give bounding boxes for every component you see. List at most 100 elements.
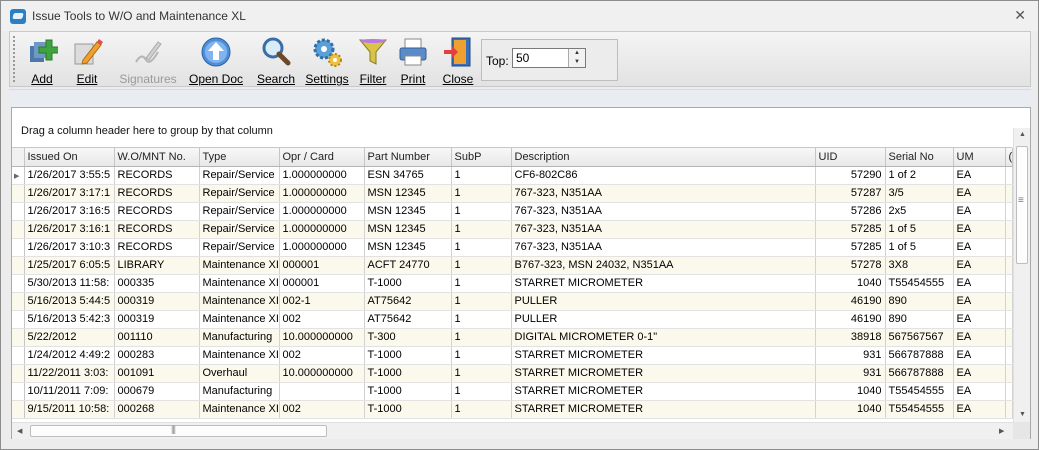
add-button[interactable]: Add bbox=[22, 34, 62, 86]
cell-type[interactable]: Maintenance XI bbox=[199, 292, 280, 311]
cell-cut-off[interactable] bbox=[1005, 382, 1013, 401]
cell-issued-on[interactable]: 1/24/2012 4:49:2 bbox=[24, 346, 115, 365]
col-type[interactable]: Type bbox=[199, 148, 280, 167]
table-row[interactable]: 5/30/2013 11:58: 000335 Maintenance XI 0000… bbox=[12, 274, 1013, 293]
cell-um[interactable]: EA bbox=[953, 382, 1006, 401]
cell-um[interactable]: EA bbox=[953, 256, 1006, 275]
table-row[interactable]: 1/26/2017 3:17:1 RECORDS Repair/Service 1.0… bbox=[12, 184, 1013, 203]
cell-subp[interactable]: 1 bbox=[451, 202, 512, 221]
cell-part-number[interactable]: AT75642 bbox=[364, 310, 452, 329]
edit-button[interactable]: Edit bbox=[68, 34, 106, 86]
cell-type[interactable]: Repair/Service bbox=[199, 202, 280, 221]
cell-wo-mnt-no[interactable]: 000283 bbox=[114, 346, 200, 365]
cell-part-number[interactable]: ESN 34765 bbox=[364, 166, 452, 185]
cell-issued-on[interactable]: 1/26/2017 3:16:5 bbox=[24, 202, 115, 221]
col-opr-card[interactable]: Opr / Card bbox=[279, 148, 365, 167]
cell-um[interactable]: EA bbox=[953, 310, 1006, 329]
table-row[interactable]: 1/25/2017 6:05:5 LIBRARY Maintenance XI 000… bbox=[12, 256, 1013, 275]
row-indicator[interactable] bbox=[12, 382, 25, 401]
cell-part-number[interactable]: AT75642 bbox=[364, 292, 452, 311]
cell-type[interactable]: Maintenance XI bbox=[199, 346, 280, 365]
row-indicator[interactable]: ▶ bbox=[12, 166, 25, 185]
cell-um[interactable]: EA bbox=[953, 328, 1006, 347]
cell-cut-off[interactable] bbox=[1005, 292, 1013, 311]
cell-cut-off[interactable] bbox=[1005, 256, 1013, 275]
cell-wo-mnt-no[interactable]: 000679 bbox=[114, 382, 200, 401]
col-serial-no[interactable]: Serial No bbox=[885, 148, 954, 167]
cell-um[interactable]: EA bbox=[953, 166, 1006, 185]
cell-opr-card[interactable]: 1.000000000 bbox=[279, 166, 365, 185]
cell-uid[interactable]: 57278 bbox=[815, 256, 886, 275]
cell-subp[interactable]: 1 bbox=[451, 292, 512, 311]
cell-serial-no[interactable]: T55454555 bbox=[885, 382, 954, 401]
row-indicator[interactable] bbox=[12, 238, 25, 257]
cell-type[interactable]: Maintenance XI bbox=[199, 310, 280, 329]
cell-wo-mnt-no[interactable]: RECORDS bbox=[114, 220, 200, 239]
settings-button[interactable]: Settings bbox=[302, 34, 352, 86]
cell-description[interactable]: STARRET MICROMETER bbox=[511, 400, 816, 419]
cell-serial-no[interactable]: 1 of 5 bbox=[885, 238, 954, 257]
cell-subp[interactable]: 1 bbox=[451, 310, 512, 329]
cell-issued-on[interactable]: 5/16/2013 5:44:5 bbox=[24, 292, 115, 311]
cell-um[interactable]: EA bbox=[953, 238, 1006, 257]
cell-issued-on[interactable]: 5/22/2012 bbox=[24, 328, 115, 347]
table-row[interactable]: 5/16/2013 5:42:3 000319 Maintenance XI 002 A… bbox=[12, 310, 1013, 329]
cell-description[interactable]: STARRET MICROMETER bbox=[511, 274, 816, 293]
table-row[interactable]: 1/26/2017 3:16:5 RECORDS Repair/Service 1.0… bbox=[12, 202, 1013, 221]
cell-description[interactable]: PULLER bbox=[511, 310, 816, 329]
table-row[interactable]: 1/26/2017 3:10:3 RECORDS Repair/Service 1.0… bbox=[12, 238, 1013, 257]
row-indicator[interactable] bbox=[12, 202, 25, 221]
cell-part-number[interactable]: MSN 12345 bbox=[364, 220, 452, 239]
row-indicator[interactable] bbox=[12, 292, 25, 311]
cell-um[interactable]: EA bbox=[953, 400, 1006, 419]
cell-uid[interactable]: 57286 bbox=[815, 202, 886, 221]
top-count-spinner[interactable]: ▲ ▼ bbox=[568, 49, 585, 67]
cell-um[interactable]: EA bbox=[953, 202, 1006, 221]
cell-opr-card[interactable]: 1.000000000 bbox=[279, 184, 365, 203]
print-button[interactable]: Print bbox=[396, 34, 430, 86]
cell-type[interactable]: Maintenance XI bbox=[199, 400, 280, 419]
col-um[interactable]: UM bbox=[953, 148, 1006, 167]
col-cut-off[interactable]: ( bbox=[1005, 148, 1013, 167]
cell-uid[interactable]: 57285 bbox=[815, 238, 886, 257]
cell-opr-card[interactable]: 10.000000000 bbox=[279, 364, 365, 383]
cell-part-number[interactable]: MSN 12345 bbox=[364, 184, 452, 203]
row-indicator[interactable] bbox=[12, 310, 25, 329]
cell-subp[interactable]: 1 bbox=[451, 166, 512, 185]
cell-description[interactable]: 767-323, N351AA bbox=[511, 184, 816, 203]
col-subp[interactable]: SubP bbox=[451, 148, 512, 167]
cell-issued-on[interactable]: 10/11/2011 7:09: bbox=[24, 382, 115, 401]
cell-uid[interactable]: 46190 bbox=[815, 292, 886, 311]
cell-type[interactable]: Manufacturing bbox=[199, 328, 280, 347]
cell-part-number[interactable]: T-1000 bbox=[364, 346, 452, 365]
cell-wo-mnt-no[interactable]: 001110 bbox=[114, 328, 200, 347]
cell-opr-card[interactable]: 002 bbox=[279, 346, 365, 365]
cell-description[interactable]: 767-323, N351AA bbox=[511, 220, 816, 239]
row-indicator[interactable] bbox=[12, 328, 25, 347]
cell-uid[interactable]: 931 bbox=[815, 346, 886, 365]
cell-opr-card[interactable]: 002 bbox=[279, 310, 365, 329]
horizontal-scroll-thumb[interactable] bbox=[30, 424, 327, 437]
cell-subp[interactable]: 1 bbox=[451, 364, 512, 383]
cell-cut-off[interactable] bbox=[1005, 310, 1013, 329]
cell-cut-off[interactable] bbox=[1005, 238, 1013, 257]
horizontal-scrollbar[interactable]: ◀ ▶ bbox=[12, 422, 1013, 439]
cell-um[interactable]: EA bbox=[953, 364, 1006, 383]
cell-part-number[interactable]: T-300 bbox=[364, 328, 452, 347]
cell-opr-card[interactable]: 1.000000000 bbox=[279, 220, 365, 239]
cell-issued-on[interactable]: 1/26/2017 3:10:3 bbox=[24, 238, 115, 257]
cell-description[interactable]: CF6-802C86 bbox=[511, 166, 816, 185]
cell-subp[interactable]: 1 bbox=[451, 220, 512, 239]
cell-cut-off[interactable] bbox=[1005, 184, 1013, 203]
filter-button[interactable]: Filter bbox=[356, 34, 390, 86]
table-row[interactable]: 1/26/2017 3:16:1 RECORDS Repair/Service 1.0… bbox=[12, 220, 1013, 239]
cell-description[interactable]: 767-323, N351AA bbox=[511, 238, 816, 257]
scroll-left-icon[interactable]: ◀ bbox=[17, 427, 22, 435]
cell-issued-on[interactable]: 11/22/2011 3:03: bbox=[24, 364, 115, 383]
cell-subp[interactable]: 1 bbox=[451, 400, 512, 419]
cell-subp[interactable]: 1 bbox=[451, 238, 512, 257]
cell-description[interactable]: STARRET MICROMETER bbox=[511, 364, 816, 383]
cell-opr-card[interactable] bbox=[279, 382, 365, 401]
close-button[interactable]: Close bbox=[440, 34, 476, 86]
cell-type[interactable]: Repair/Service bbox=[199, 238, 280, 257]
